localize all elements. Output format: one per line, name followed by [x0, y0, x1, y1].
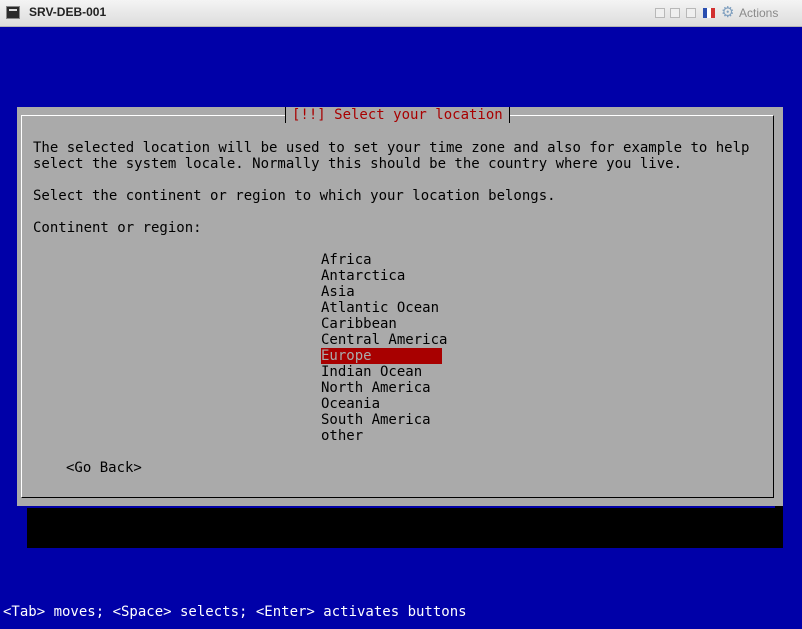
- fullscreen-icon[interactable]: [670, 8, 680, 18]
- description-line-1: The selected location will be used to se…: [33, 140, 750, 156]
- list-item-europe[interactable]: Europe: [321, 348, 442, 364]
- list-item-atlantic-ocean[interactable]: Atlantic Ocean: [321, 300, 442, 316]
- list-item-north-america[interactable]: North America: [321, 380, 442, 396]
- window-title: SRV-DEB-001: [29, 5, 107, 19]
- list-item-central-america[interactable]: Central America: [321, 332, 447, 348]
- description-line-2: select the system locale. Normally this …: [33, 156, 683, 172]
- app-icon: [6, 6, 20, 19]
- list-item-asia[interactable]: Asia: [321, 284, 442, 300]
- list-item-south-america[interactable]: South America: [321, 412, 442, 428]
- dialog-description: The selected location will be used to se…: [33, 140, 749, 172]
- flag-icon[interactable]: [703, 8, 715, 18]
- ctrl-alt-del-icon[interactable]: [655, 8, 665, 18]
- actions-menu[interactable]: Actions: [739, 6, 778, 20]
- status-bar: <Tab> moves; <Space> selects; <Enter> ac…: [3, 604, 467, 620]
- list-item-indian-ocean[interactable]: Indian Ocean: [321, 364, 442, 380]
- location-dialog: [!!] Select your location The selected l…: [17, 107, 783, 506]
- list-item-other[interactable]: other: [321, 428, 442, 444]
- list-item-antarctica[interactable]: Antarctica: [321, 268, 442, 284]
- list-label: Continent or region:: [33, 220, 202, 236]
- window-titlebar: SRV-DEB-001 ⚙ Actions: [0, 0, 802, 27]
- list-item-oceania[interactable]: Oceania: [321, 396, 442, 412]
- region-list[interactable]: Africa Antarctica Asia Atlantic Ocean Ca…: [321, 252, 447, 444]
- gear-icon[interactable]: ⚙: [721, 4, 734, 21]
- go-back-button[interactable]: <Go Back>: [66, 460, 142, 476]
- console-screen[interactable]: [!!] Select your location The selected l…: [0, 27, 802, 629]
- dialog-title: [!!] Select your location: [285, 107, 510, 123]
- list-item-caribbean[interactable]: Caribbean: [321, 316, 442, 332]
- keyboard-icon[interactable]: [686, 8, 696, 18]
- dialog-shadow: [27, 508, 782, 548]
- list-item-africa[interactable]: Africa: [321, 252, 442, 268]
- dialog-prompt: Select the continent or region to which …: [33, 188, 556, 204]
